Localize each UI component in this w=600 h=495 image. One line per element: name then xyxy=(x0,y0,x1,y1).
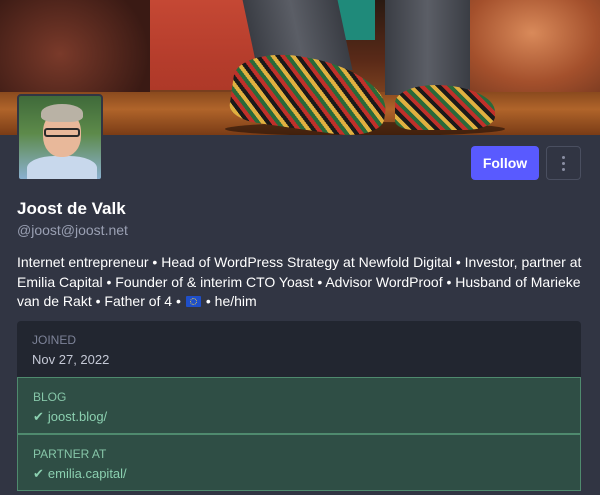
verified-check-icon: ✔ xyxy=(33,466,44,481)
account-handle: @joost@joost.net xyxy=(17,222,128,238)
more-options-button[interactable] xyxy=(546,146,581,180)
partner-link[interactable]: emilia.capital/ xyxy=(48,466,127,481)
blog-link[interactable]: joost.blog/ xyxy=(48,409,107,424)
partner-label: PARTNER AT xyxy=(33,447,107,461)
partner-field: PARTNER AT ✔ emilia.capital/ xyxy=(17,434,581,491)
profile-bio: Internet entrepreneur • Head of WordPres… xyxy=(17,253,587,312)
follow-button[interactable]: Follow xyxy=(471,146,539,180)
avatar[interactable] xyxy=(17,94,103,181)
partner-link-row: ✔ emilia.capital/ xyxy=(33,466,565,482)
joined-date: Nov 27, 2022 xyxy=(32,352,110,367)
vertical-ellipsis-icon-dot xyxy=(562,161,565,165)
verified-check-icon: ✔ xyxy=(33,409,44,424)
vertical-ellipsis-icon xyxy=(562,155,565,159)
display-name: Joost de Valk xyxy=(17,199,126,218)
joined-label: JOINED xyxy=(32,333,77,347)
bio-pronouns: • he/him xyxy=(205,293,257,309)
eu-flag-icon xyxy=(185,296,201,307)
profile-fields: JOINED Nov 27, 2022 BLOG ✔ joost.blog/ PA… xyxy=(17,321,581,495)
bio-text: Internet entrepreneur • Head of WordPres… xyxy=(17,254,582,309)
joined-field: JOINED Nov 27, 2022 xyxy=(17,321,581,377)
blog-link-row: ✔ joost.blog/ xyxy=(33,409,565,425)
blog-field: BLOG ✔ joost.blog/ xyxy=(17,377,581,434)
vertical-ellipsis-icon-dot xyxy=(562,167,565,171)
blog-label: BLOG xyxy=(33,390,67,404)
